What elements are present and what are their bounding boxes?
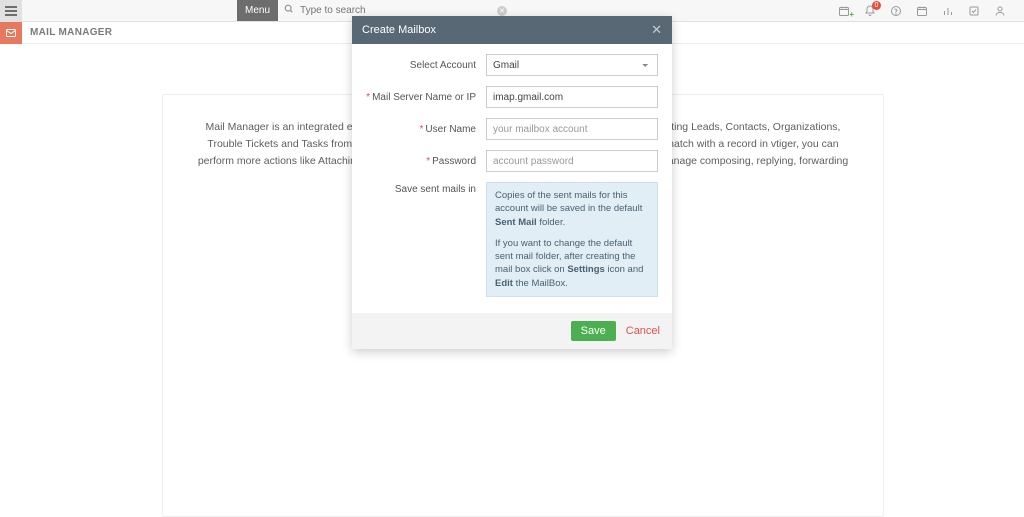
search-icon (284, 4, 294, 17)
save-button[interactable]: Save (571, 321, 616, 341)
mail-server-input[interactable] (486, 86, 658, 108)
quick-create-icon[interactable] (838, 5, 850, 17)
save-sent-label: Save sent mails in (366, 182, 486, 195)
tasks-icon[interactable] (968, 5, 980, 17)
notifications-badge: 0 (872, 1, 881, 10)
modal-close-icon[interactable]: ✕ (651, 22, 662, 38)
user-name-input[interactable] (486, 118, 658, 140)
user-icon[interactable] (994, 5, 1006, 17)
cancel-button[interactable]: Cancel (626, 325, 660, 337)
select-account-label: Select Account (366, 60, 486, 71)
hamburger-menu[interactable] (0, 0, 22, 21)
create-mailbox-modal: Create Mailbox ✕ Select Account Gmail *M… (352, 16, 672, 349)
mail-server-label: *Mail Server Name or IP (366, 92, 486, 103)
notifications-icon[interactable]: 0 (864, 5, 876, 17)
password-input[interactable] (486, 150, 658, 172)
modal-title: Create Mailbox (362, 24, 651, 36)
password-label: *Password (366, 156, 486, 167)
search-clear-icon[interactable]: ✕ (497, 6, 507, 16)
help-icon[interactable] (890, 5, 902, 17)
user-name-label: *User Name (366, 124, 486, 135)
page-title: MAIL MANAGER (30, 27, 112, 38)
save-sent-info: Copies of the sent mails for this accoun… (486, 182, 658, 297)
select-account-dropdown[interactable]: Gmail (486, 54, 658, 76)
reports-icon[interactable] (942, 5, 954, 17)
calendar-icon[interactable] (916, 5, 928, 17)
menu-button[interactable]: Menu (237, 0, 278, 21)
sidebar-mail-icon[interactable] (0, 22, 22, 44)
